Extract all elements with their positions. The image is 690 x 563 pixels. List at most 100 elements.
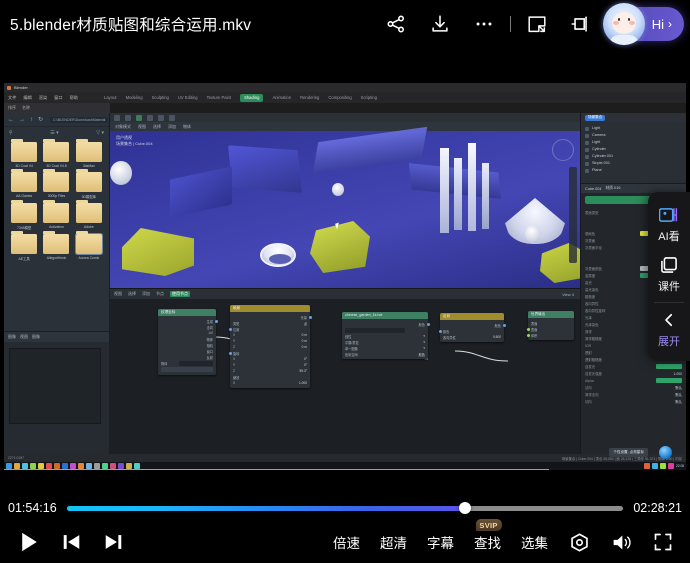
previous-button[interactable] [50, 521, 92, 563]
node-input-row[interactable]: X1.000 [233, 380, 307, 386]
socket-label: 颜色 [419, 322, 425, 327]
viewport-toolbar-rail[interactable] [569, 167, 577, 263]
tab-sculpting: Sculpting [152, 95, 169, 100]
node-object-row[interactable]: 物体 [161, 360, 213, 366]
node-mapping[interactable]: 映射 矢量 类型点 位置 X0 m Y0 m Z0 m 旋转 X0° Y0° Z… [230, 305, 310, 388]
image-editor-canvas[interactable] [9, 348, 101, 424]
seek-bar[interactable] [67, 506, 624, 511]
navigation-gizmo-icon[interactable] [552, 139, 574, 161]
subtitles-button[interactable]: 字幕 [417, 532, 464, 552]
tray-icon[interactable] [660, 463, 666, 469]
node-field-label: 各向异性 [443, 335, 456, 340]
playback-speed-button[interactable]: 倍速 [323, 532, 370, 552]
folder-item[interactable]: AA Games [9, 172, 39, 199]
folder-item-selected[interactable]: Aurora Comic [74, 234, 104, 261]
outliner-item[interactable]: Sinple.001 [585, 160, 682, 167]
taskbar-progress-line [4, 469, 549, 471]
node-field-label: Z [233, 369, 235, 373]
outliner-item[interactable]: Camera [585, 132, 682, 139]
folder-item[interactable]: AE工具 [9, 234, 39, 261]
picture-in-picture-icon[interactable] [515, 2, 559, 46]
fullscreen-button[interactable] [642, 521, 684, 563]
node-reflection[interactable]: 反射 颜色 颜色 各向异性0.500 [440, 313, 504, 342]
folder-item[interactable]: 3000p Files [41, 172, 71, 199]
side-panel-item-expand[interactable]: 展开 [648, 305, 690, 355]
file-browser-sort-label: 排序 [8, 105, 16, 111]
property-row[interactable]: 法向默认 [585, 384, 682, 391]
node-field-label: X [233, 381, 235, 385]
play-button[interactable] [8, 521, 50, 563]
folder-item[interactable]: 7345模型 [9, 203, 39, 230]
shader-node-editor[interactable]: 视图 选择 添加 节点 使用节点 View 4 纹理坐标 [110, 288, 580, 462]
property-row[interactable]: 自发光强度1.000 [585, 370, 682, 377]
next-button[interactable] [92, 521, 134, 563]
node-world-output[interactable]: 世界输出 表面 表面 体积 [528, 311, 574, 340]
outliner-item[interactable]: Cylinder [585, 146, 682, 153]
folder-item[interactable]: Activation [41, 203, 71, 230]
folder-icon [11, 203, 37, 223]
forward-icon[interactable]: → [19, 117, 25, 123]
node-field-value: 0 m [302, 345, 307, 349]
node-input-row[interactable]: 各向异性0.500 [443, 334, 501, 340]
share-icon[interactable] [374, 2, 418, 46]
value-slider[interactable] [656, 364, 682, 369]
back-icon[interactable]: ← [8, 117, 14, 123]
search-icon[interactable]: ⚲ [9, 130, 13, 136]
assistant-orb-icon[interactable] [659, 446, 672, 459]
outliner-item[interactable]: Light [585, 139, 682, 146]
file-path-field[interactable]: C:\BLENDER\Download\Material [50, 117, 108, 123]
seek-bar-thumb[interactable] [459, 502, 471, 514]
blender-app-title: Blender [14, 85, 28, 90]
node-image-texture[interactable]: chinese_garden_1k.hdr 颜色 线性▾ 平展/重复▾ 单一图像… [342, 312, 428, 359]
filter-icon[interactable]: ▽ ▾ [96, 130, 104, 136]
outliner-header: 场景集合 [581, 113, 686, 122]
user-greeting-button[interactable]: Hi › [607, 7, 684, 41]
property-row[interactable]: 自发光 [585, 363, 682, 370]
tray-icon[interactable] [668, 463, 674, 469]
control-bar-right: 倍速 超清 字幕 SVIP 查找 选集 [323, 521, 690, 563]
node-row[interactable]: 色彩空间颜色 [345, 351, 425, 357]
tray-icon[interactable] [652, 463, 658, 469]
folder-item[interactable]: 3D Coat V4 [9, 142, 39, 168]
property-row[interactable]: 切向默认 [585, 398, 682, 405]
socket-label: 生成 [207, 319, 213, 324]
settings-button[interactable] [558, 521, 600, 563]
volume-button[interactable] [600, 521, 642, 563]
more-options-icon[interactable] [462, 2, 506, 46]
episodes-button[interactable]: 选集 [511, 532, 558, 552]
property-row[interactable]: Alpha [585, 377, 682, 384]
folder-item[interactable]: 3D模型库 [74, 172, 104, 199]
node-button[interactable] [161, 367, 213, 372]
value-slider[interactable] [656, 378, 682, 383]
cast-icon[interactable] [559, 2, 603, 46]
tab-scripting: Scripting [361, 95, 377, 100]
property-value: 默认 [675, 399, 682, 404]
node-texture-coordinate[interactable]: 纹理坐标 生成 法向 UV 物体 相机 窗口 反射 物体 [158, 309, 216, 375]
quality-button[interactable]: 超清 [370, 532, 417, 552]
refresh-icon[interactable]: ↻ [38, 116, 43, 123]
folder-item[interactable]: 3D Coat V4.8 [41, 142, 71, 168]
use-nodes-toggle[interactable]: 使用节点 [170, 291, 190, 297]
folder-item[interactable]: Adobe [74, 203, 104, 230]
display-mode-icon[interactable]: ☰ ▾ [50, 130, 58, 136]
up-icon[interactable]: ↑ [30, 117, 33, 123]
outliner-item[interactable]: Cylinder.001 [585, 153, 682, 160]
node-add-menu: 添加 [142, 291, 150, 297]
node-input-row[interactable]: 体积 [531, 332, 571, 338]
viewport-3d[interactable]: 对象模式 视图 选择 添加 物体 用户透视 场景集合 | Cube.004 [110, 113, 580, 288]
property-row[interactable]: 清漆法向默认 [585, 391, 682, 398]
folder-item[interactable]: 3dsMax [74, 142, 104, 168]
video-stage[interactable]: Blender 文件 编辑 渲染 窗口 帮助 Layout Modeling S… [0, 48, 690, 485]
tab-compositing: Compositing [328, 95, 351, 100]
side-panel-item-courseware[interactable]: 课件 [648, 250, 690, 300]
node-node-menu: 节点 [156, 291, 164, 297]
tray-icon[interactable] [644, 463, 650, 469]
search-button[interactable]: SVIP 查找 [464, 532, 511, 552]
folder-item[interactable]: Allegorithmic [41, 234, 71, 261]
outliner-item[interactable]: Plane [585, 167, 682, 174]
outliner-item[interactable]: Light [585, 125, 682, 132]
folder-icon [43, 142, 69, 162]
side-panel-item-ai-view[interactable]: AI看 [648, 200, 690, 250]
download-icon[interactable] [418, 2, 462, 46]
seek-bar-fill [67, 506, 465, 511]
